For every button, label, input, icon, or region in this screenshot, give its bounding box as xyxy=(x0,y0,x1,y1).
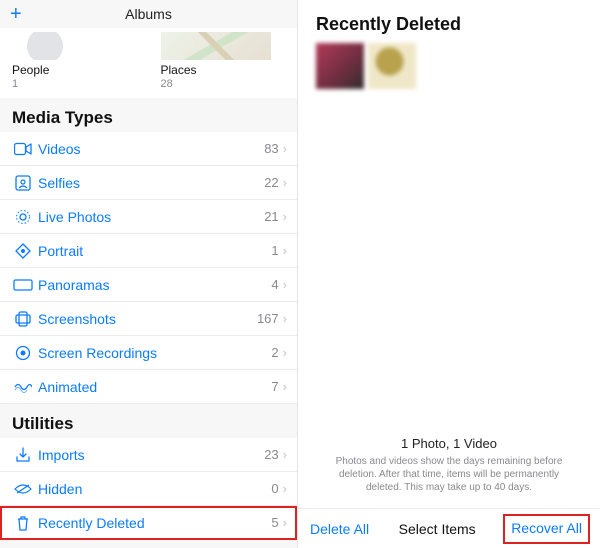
select-items-button[interactable]: Select Items xyxy=(399,521,476,537)
album-places[interactable]: Places 28 xyxy=(149,32,298,90)
media-type-row[interactable]: Panoramas4› xyxy=(0,268,297,302)
album-count: 1 xyxy=(12,78,149,90)
album-label: People xyxy=(12,63,149,77)
recover-all-button[interactable]: Recover All xyxy=(511,520,582,536)
media-type-row[interactable]: Videos83› xyxy=(0,132,297,166)
row-label: Live Photos xyxy=(34,209,264,225)
row-label: Panoramas xyxy=(34,277,271,293)
bottom-toolbar: Delete All Select Items Recover All xyxy=(298,508,600,548)
utilities-header: Utilities xyxy=(0,404,297,438)
trash-icon xyxy=(12,515,34,531)
media-type-row[interactable]: Animated7› xyxy=(0,370,297,404)
media-type-row[interactable]: Live Photos21› xyxy=(0,200,297,234)
chevron-right-icon: › xyxy=(283,277,287,292)
row-count: 5 xyxy=(271,515,282,530)
chevron-right-icon: › xyxy=(283,345,287,360)
media-type-row[interactable]: Screenshots167› xyxy=(0,302,297,336)
chevron-right-icon: › xyxy=(283,515,287,530)
chevron-right-icon: › xyxy=(283,311,287,326)
row-count: 22 xyxy=(264,175,282,190)
row-count: 23 xyxy=(264,447,282,462)
utility-row[interactable]: Imports23› xyxy=(0,438,297,472)
portrait-icon xyxy=(12,243,34,259)
chevron-right-icon: › xyxy=(283,447,287,462)
chevron-right-icon: › xyxy=(283,481,287,496)
album-count: 28 xyxy=(161,78,298,90)
row-label: Hidden xyxy=(34,481,271,497)
row-count: 83 xyxy=(264,141,282,156)
row-label: Animated xyxy=(34,379,271,395)
nav-title: Albums xyxy=(125,6,172,22)
deleted-grid xyxy=(298,43,600,89)
album-label: Places xyxy=(161,63,298,77)
recover-all-highlight: Recover All xyxy=(505,516,588,542)
imports-icon xyxy=(12,447,34,463)
screenrec-icon xyxy=(12,345,34,361)
media-types-header: Media Types xyxy=(0,98,297,132)
row-label: Portrait xyxy=(34,243,271,259)
livephotos-icon xyxy=(12,209,34,225)
row-count: 0 xyxy=(271,481,282,496)
media-types-list: Videos83›Selfies22›Live Photos21›Portrai… xyxy=(0,132,297,404)
row-count: 2 xyxy=(271,345,282,360)
add-album-button[interactable]: + xyxy=(10,5,22,23)
deleted-item[interactable] xyxy=(316,43,364,89)
animated-icon xyxy=(12,380,34,394)
row-label: Videos xyxy=(34,141,264,157)
row-label: Imports xyxy=(34,447,264,463)
row-label: Screen Recordings xyxy=(34,345,271,361)
recently-deleted-panel: Recently Deleted 1 Photo, 1 Video Photos… xyxy=(298,0,600,548)
chevron-right-icon: › xyxy=(283,141,287,156)
row-count: 21 xyxy=(264,209,282,224)
chevron-right-icon: › xyxy=(283,243,287,258)
hidden-icon xyxy=(12,483,34,495)
album-people[interactable]: People 1 xyxy=(0,32,149,90)
album-tiles: People 1 Places 28 xyxy=(0,28,297,98)
row-label: Recently Deleted xyxy=(34,515,271,531)
page-title: Recently Deleted xyxy=(298,0,600,43)
utility-row[interactable]: Hidden0› xyxy=(0,472,297,506)
media-type-row[interactable]: Selfies22› xyxy=(0,166,297,200)
chevron-right-icon: › xyxy=(283,379,287,394)
row-count: 1 xyxy=(271,243,282,258)
row-label: Selfies xyxy=(34,175,264,191)
places-thumb xyxy=(161,32,271,60)
utility-row[interactable]: Recently Deleted5› xyxy=(0,506,297,540)
deletion-description: Photos and videos show the days remainin… xyxy=(320,455,578,494)
footer-info: 1 Photo, 1 Video Photos and videos show … xyxy=(298,436,600,494)
media-type-row[interactable]: Portrait1› xyxy=(0,234,297,268)
row-count: 167 xyxy=(257,311,283,326)
deleted-item[interactable] xyxy=(368,43,416,89)
chevron-right-icon: › xyxy=(283,175,287,190)
utilities-list: Imports23›Hidden0›Recently Deleted5› xyxy=(0,438,297,540)
item-summary: 1 Photo, 1 Video xyxy=(320,436,578,451)
chevron-right-icon: › xyxy=(283,209,287,224)
media-type-row[interactable]: Screen Recordings2› xyxy=(0,336,297,370)
people-thumb xyxy=(12,32,122,60)
panoramas-icon xyxy=(12,279,34,291)
albums-panel: + Albums People 1 Places 28 Media Types … xyxy=(0,0,298,548)
row-count: 4 xyxy=(271,277,282,292)
selfies-icon xyxy=(12,175,34,191)
row-label: Screenshots xyxy=(34,311,257,327)
nav-bar: + Albums xyxy=(0,0,297,28)
row-count: 7 xyxy=(271,379,282,394)
delete-all-button[interactable]: Delete All xyxy=(310,521,369,537)
screenshots-icon xyxy=(12,311,34,327)
video-icon xyxy=(12,142,34,156)
